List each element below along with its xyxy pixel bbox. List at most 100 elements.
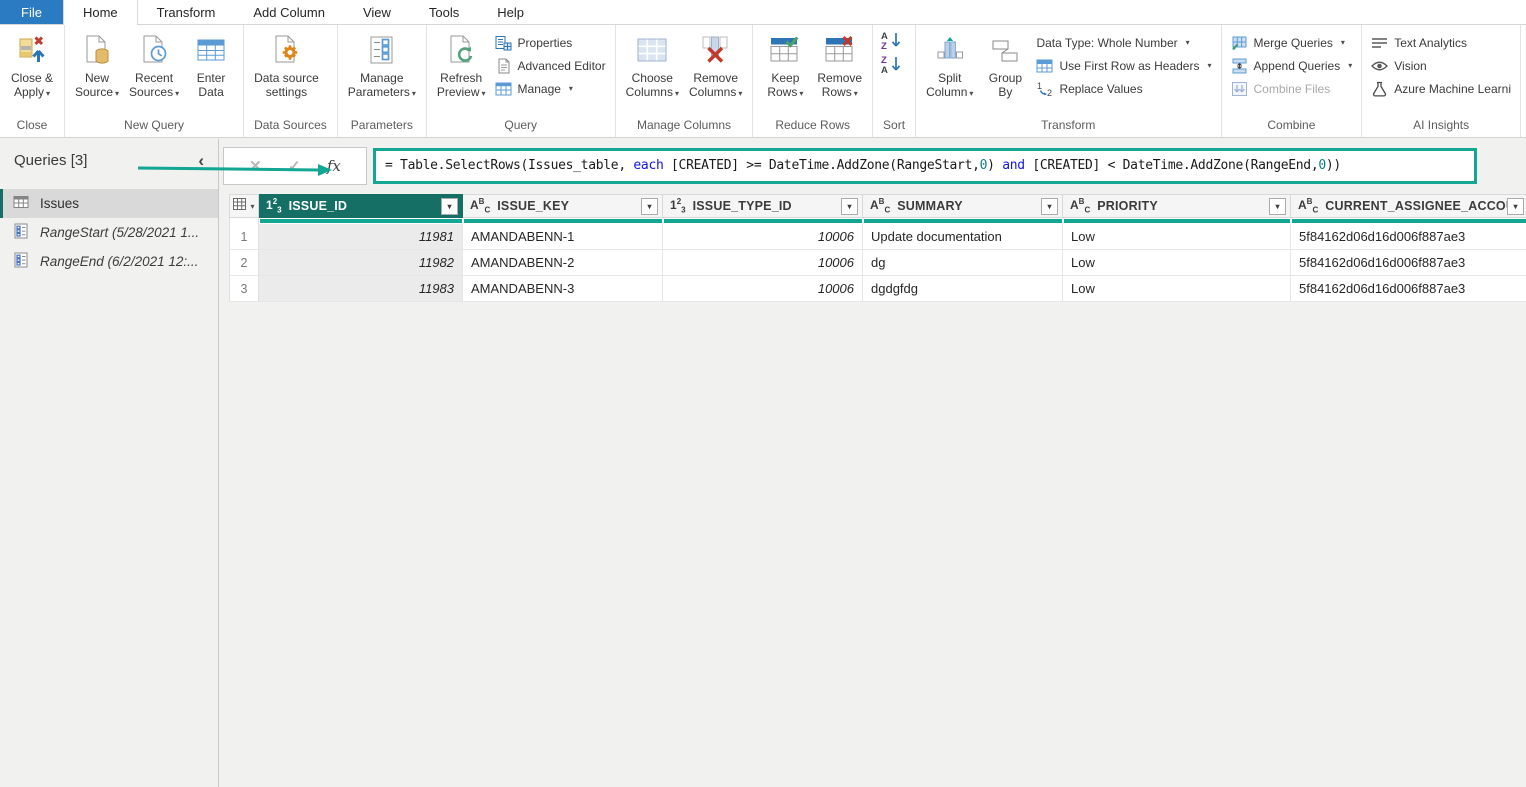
text-analytics-button[interactable]: Text Analytics xyxy=(1371,33,1511,52)
column-filter-button[interactable]: ▾ xyxy=(1269,198,1286,215)
use-first-row-button[interactable]: Use First Row as Headers▾ xyxy=(1036,56,1211,75)
cell[interactable]: dg xyxy=(863,250,1063,276)
formula-segment: )) xyxy=(1326,158,1341,173)
vision-button[interactable]: Vision xyxy=(1371,56,1511,75)
column-header-issue-id[interactable]: 123ISSUE_ID▾ xyxy=(259,194,463,218)
group-by-button[interactable]: GroupBy xyxy=(978,29,1032,117)
properties-button[interactable]: Properties xyxy=(495,33,606,52)
azure-ml-button[interactable]: Azure Machine Learni xyxy=(1371,79,1511,98)
sidebar-parameter-icon xyxy=(13,252,29,271)
remove-rows-button[interactable]: RemoveRows▾ xyxy=(812,29,867,117)
cell[interactable]: 5f84162d06d16d006f887ae3 xyxy=(1291,224,1526,250)
column-header-priority[interactable]: ABCPRIORITY▾ xyxy=(1063,194,1291,218)
combine-files-button[interactable]: Combine Files xyxy=(1231,79,1353,98)
cell[interactable]: 10006 xyxy=(663,276,863,302)
cell[interactable]: 10006 xyxy=(663,250,863,276)
select-all-button[interactable]: ▾ xyxy=(229,194,259,218)
confirm-formula-button[interactable]: ✓ xyxy=(288,157,301,175)
cell[interactable]: 11982 xyxy=(259,250,463,276)
query-item-issues[interactable]: Issues xyxy=(0,189,218,218)
close-apply-button[interactable]: Close &Apply▾ xyxy=(5,29,59,117)
data-source-settings-button[interactable]: Data sourcesettings xyxy=(249,29,324,117)
row-number[interactable]: 1 xyxy=(229,224,259,250)
append-queries-button[interactable]: Append Queries▾ xyxy=(1231,56,1353,75)
formula-segment: and xyxy=(1002,158,1025,173)
tab-help[interactable]: Help xyxy=(478,0,543,24)
remove-columns-button[interactable]: RemoveColumns▾ xyxy=(684,29,747,117)
formula-input[interactable]: = Table.SelectRows(Issues_table, each [C… xyxy=(373,148,1477,184)
column-filter-button[interactable]: ▾ xyxy=(441,198,458,215)
recent-sources-button[interactable]: RecentSources▾ xyxy=(124,29,184,117)
row-number[interactable]: 2 xyxy=(229,250,259,276)
formula-segment: ) xyxy=(987,158,1002,173)
tab-add-column[interactable]: Add Column xyxy=(234,0,344,24)
cell[interactable]: 5f84162d06d16d006f887ae3 xyxy=(1291,250,1526,276)
dropdown-caret-icon: ▾ xyxy=(175,89,179,98)
button-label: Apply▾ xyxy=(14,85,50,101)
column-header-issue-type-id[interactable]: 123ISSUE_TYPE_ID▾ xyxy=(663,194,863,218)
manage-parameters-button[interactable]: ManageParameters▾ xyxy=(343,29,421,117)
data-type-button[interactable]: Data Type: Whole Number▾ xyxy=(1036,33,1211,52)
row-number[interactable]: 3 xyxy=(229,276,259,302)
merge-queries-button[interactable]: Merge Queries▾ xyxy=(1231,33,1353,52)
dropdown-caret-icon: ▾ xyxy=(1207,61,1211,70)
cell[interactable]: 11983 xyxy=(259,276,463,302)
enter-data-button[interactable]: EnterData xyxy=(184,29,238,117)
cell[interactable]: Low xyxy=(1063,276,1291,302)
column-filter-button[interactable]: ▾ xyxy=(1507,198,1524,215)
split-column-button[interactable]: SplitColumn▾ xyxy=(921,29,978,117)
cell[interactable]: AMANDABENN-2 xyxy=(463,250,663,276)
cell[interactable]: AMANDABENN-1 xyxy=(463,224,663,250)
sort-az-button[interactable]: AZ xyxy=(880,31,904,53)
keep-rows-button[interactable]: KeepRows▾ xyxy=(758,29,812,117)
fx-icon[interactable]: fx xyxy=(327,157,341,175)
ribbon-group-parameters: ManageParameters▾Parameters xyxy=(338,25,427,137)
button-label: Merge Queries xyxy=(1254,36,1333,50)
new-source-button[interactable]: NewSource▾ xyxy=(70,29,124,117)
ribbon-group-label: Data Sources xyxy=(244,117,337,137)
cell[interactable]: dgdgfdg xyxy=(863,276,1063,302)
collapse-sidebar-button[interactable]: ‹ xyxy=(198,155,204,167)
refresh-preview-button[interactable]: RefreshPreview▾ xyxy=(432,29,491,117)
cell[interactable]: Update documentation xyxy=(863,224,1063,250)
cell[interactable]: 5f84162d06d16d006f887ae3 xyxy=(1291,276,1526,302)
tab-transform[interactable]: Transform xyxy=(138,0,235,24)
query-label: RangeStart (5/28/2021 1... xyxy=(40,225,199,240)
column-header-summary[interactable]: ABCSUMMARY▾ xyxy=(863,194,1063,218)
tab-home[interactable]: Home xyxy=(63,0,138,25)
replace-values-button[interactable]: 12Replace Values xyxy=(1036,79,1211,98)
sidebar-table-icon xyxy=(13,194,29,213)
cell[interactable]: Low xyxy=(1063,224,1291,250)
column-header-current-assignee-accoun[interactable]: ABCCURRENT_ASSIGNEE_ACCOUN...▾ xyxy=(1291,194,1526,218)
workspace: Queries [3] ‹ IssuesRangeStart (5/28/202… xyxy=(0,139,1526,787)
cell[interactable]: AMANDABENN-3 xyxy=(463,276,663,302)
sort-za-button[interactable]: ZA xyxy=(880,55,904,77)
column-filter-button[interactable]: ▾ xyxy=(1041,198,1058,215)
text-type-icon: ABC xyxy=(870,197,890,214)
remove-columns-icon xyxy=(699,30,733,70)
choose-columns-button[interactable]: ChooseColumns▾ xyxy=(621,29,684,117)
button-label: Manage xyxy=(518,82,561,96)
split-column-icon xyxy=(933,30,967,70)
column-filter-button[interactable]: ▾ xyxy=(641,198,658,215)
query-item-rangeend[interactable]: RangeEnd (6/2/2021 12:... xyxy=(0,247,218,276)
sort-az-icon: AZ xyxy=(880,30,904,55)
button-label: Group xyxy=(989,71,1022,85)
manage-button[interactable]: Manage▾ xyxy=(495,79,606,98)
tab-tools[interactable]: Tools xyxy=(410,0,478,24)
column-filter-button[interactable]: ▾ xyxy=(841,198,858,215)
cancel-formula-button[interactable]: ✕ xyxy=(249,157,262,175)
cell[interactable]: 10006 xyxy=(663,224,863,250)
cell[interactable]: Low xyxy=(1063,250,1291,276)
query-item-rangestart[interactable]: RangeStart (5/28/2021 1... xyxy=(0,218,218,247)
cell[interactable]: 11981 xyxy=(259,224,463,250)
manage-icon xyxy=(495,81,512,97)
ribbon-group-label: Parameters xyxy=(338,117,426,137)
tab-file[interactable]: File xyxy=(0,0,63,24)
button-label: Remove xyxy=(693,71,738,85)
formula-controls: ✕ ✓ fx xyxy=(223,147,367,185)
column-header-issue-key[interactable]: ABCISSUE_KEY▾ xyxy=(463,194,663,218)
advanced-editor-button[interactable]: Advanced Editor xyxy=(495,56,606,75)
number-type-icon: 123 xyxy=(266,197,282,214)
tab-view[interactable]: View xyxy=(344,0,410,24)
